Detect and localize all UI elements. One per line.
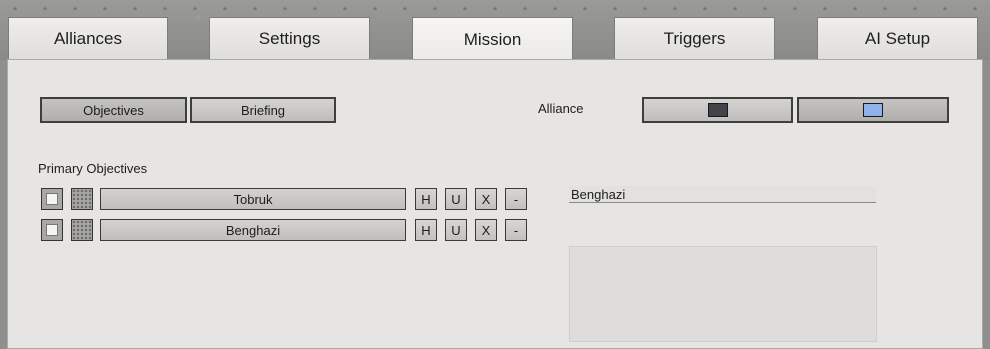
objective-remove-button[interactable]: - bbox=[505, 188, 527, 210]
objective-texture-button[interactable] bbox=[71, 219, 93, 241]
alliance-color-swatch-2 bbox=[863, 103, 883, 117]
tab-alliances[interactable]: Alliances bbox=[8, 17, 168, 60]
tab-settings[interactable]: Settings bbox=[209, 17, 370, 60]
objective-name-button[interactable]: Benghazi bbox=[100, 219, 406, 241]
objective-name-input[interactable] bbox=[569, 186, 876, 203]
objective-h-button[interactable]: H bbox=[415, 219, 437, 241]
checkbox-inner bbox=[46, 224, 58, 236]
objectives-tab-button[interactable]: Objectives bbox=[40, 97, 187, 123]
primary-objectives-label: Primary Objectives bbox=[38, 161, 148, 176]
alliance-label: Alliance bbox=[538, 101, 584, 116]
objective-checkbox[interactable] bbox=[41, 188, 63, 210]
objective-description-area[interactable] bbox=[569, 246, 877, 342]
objective-u-button[interactable]: U bbox=[445, 188, 467, 210]
tab-triggers[interactable]: Triggers bbox=[614, 17, 775, 60]
briefing-tab-button[interactable]: Briefing bbox=[190, 97, 336, 123]
objective-u-button[interactable]: U bbox=[445, 219, 467, 241]
checkbox-inner bbox=[46, 193, 58, 205]
objective-name-button[interactable]: Tobruk bbox=[100, 188, 406, 210]
tab-mission[interactable]: Mission bbox=[412, 17, 573, 61]
alliance-button-2[interactable] bbox=[797, 97, 949, 123]
objective-checkbox[interactable] bbox=[41, 219, 63, 241]
rivet-strip bbox=[0, 0, 990, 10]
alliance-color-swatch-1 bbox=[707, 103, 728, 117]
objective-remove-button[interactable]: - bbox=[505, 219, 527, 241]
tab-ai-setup[interactable]: AI Setup bbox=[817, 17, 978, 60]
objective-texture-button[interactable] bbox=[71, 188, 93, 210]
objective-x-button[interactable]: X bbox=[475, 188, 497, 210]
objective-h-button[interactable]: H bbox=[415, 188, 437, 210]
objective-x-button[interactable]: X bbox=[475, 219, 497, 241]
alliance-button-1[interactable] bbox=[642, 97, 793, 123]
